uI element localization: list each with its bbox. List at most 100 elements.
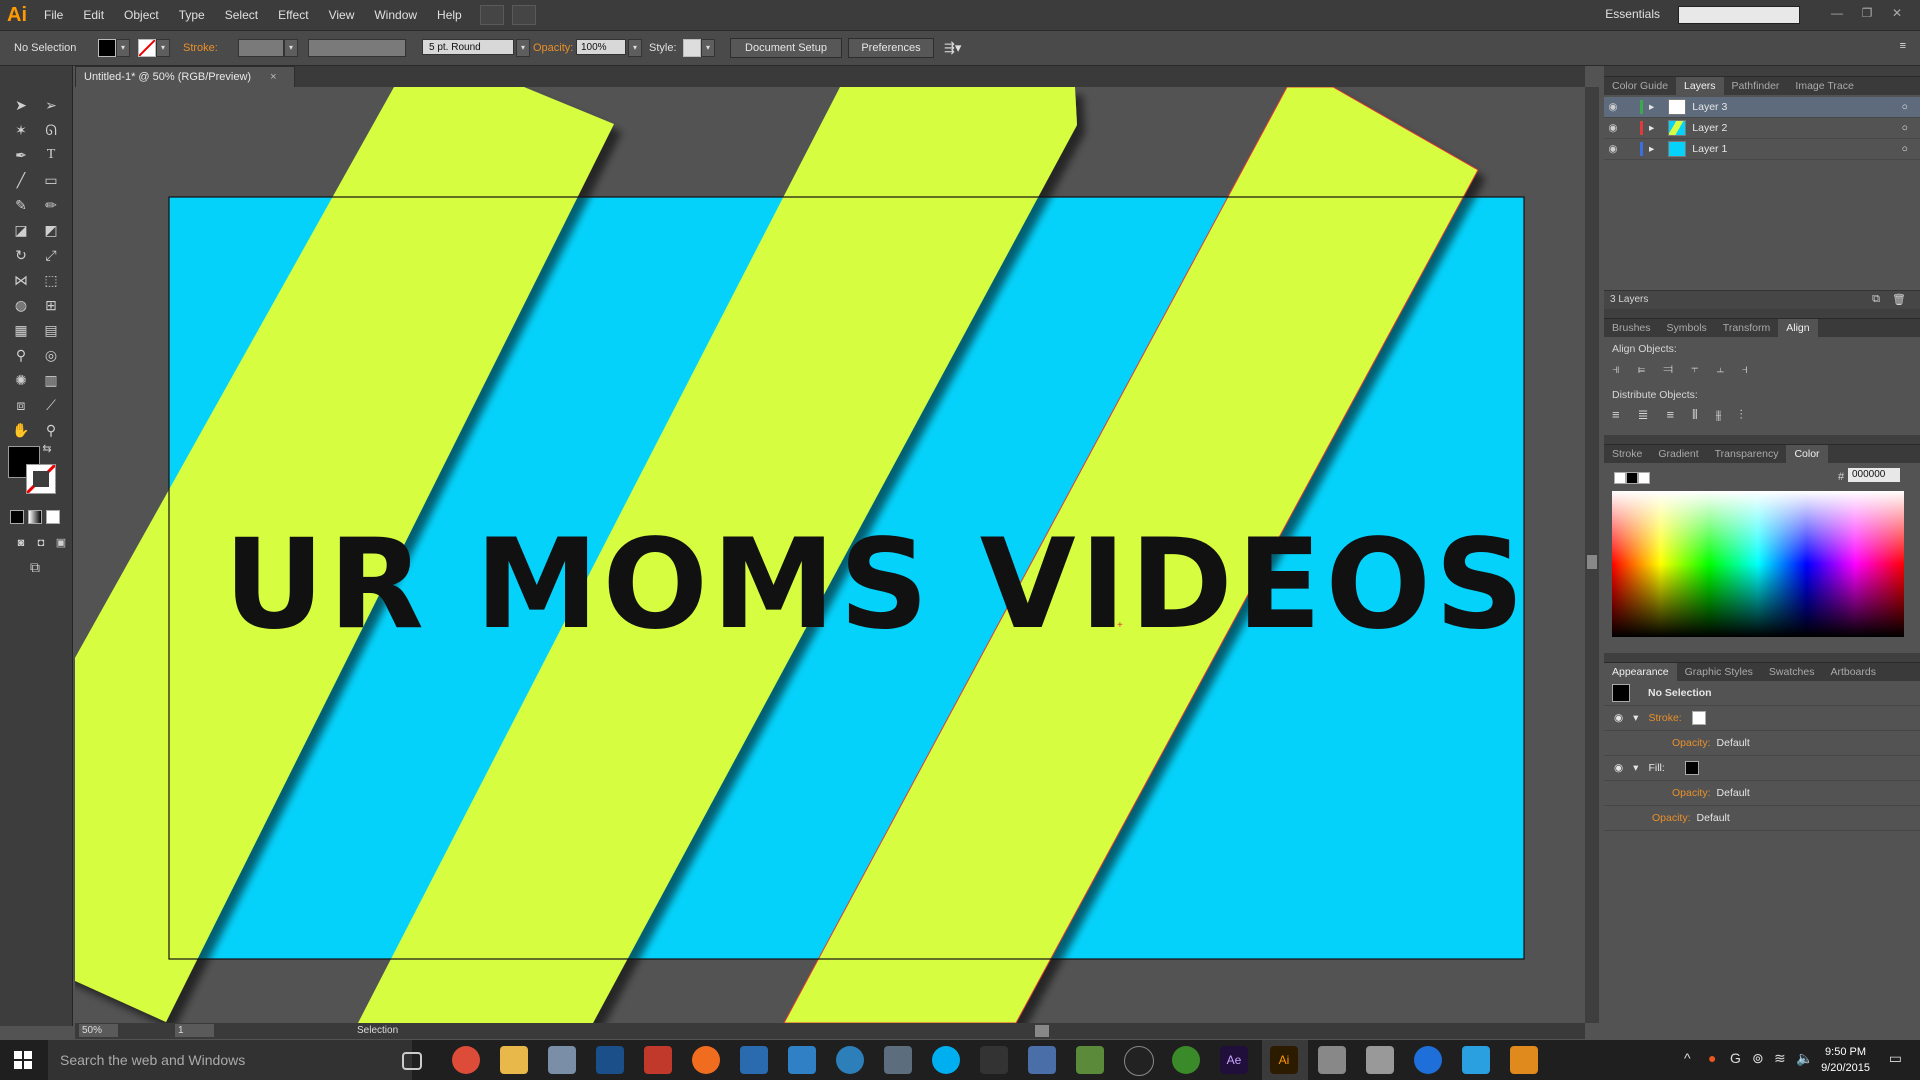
mesh-tool-icon[interactable]: ▦ — [10, 319, 32, 341]
rectangle-tool-icon[interactable]: ▭ — [40, 169, 62, 191]
layer-name[interactable]: Layer 1 — [1692, 143, 1727, 155]
after-effects-icon[interactable]: Ae — [1220, 1046, 1248, 1074]
pen-tool-icon[interactable]: ✒ — [10, 144, 32, 166]
object-opacity-row[interactable]: Opacity: Default — [1604, 806, 1920, 831]
line-tool-icon[interactable]: ╱ — [10, 169, 32, 191]
help-search-input[interactable] — [1678, 6, 1800, 24]
magic-wand-tool-icon[interactable]: ✶ — [10, 119, 32, 141]
menu-view[interactable]: View — [319, 0, 365, 30]
white-swatch[interactable] — [1638, 472, 1650, 484]
tab-color[interactable]: Color — [1786, 445, 1828, 463]
collapse-triangle-icon[interactable]: ▾ — [1633, 712, 1638, 724]
volume-icon[interactable]: 🔈 — [1796, 1050, 1813, 1067]
artboard-tool-icon[interactable]: ⧈ — [10, 394, 32, 416]
target-circle-icon[interactable]: ○ — [1902, 101, 1908, 113]
vertical-scrollbar[interactable] — [1585, 87, 1599, 1023]
selection-tool-icon[interactable]: ➤ — [10, 94, 32, 116]
bridge-button[interactable] — [479, 5, 504, 25]
layer-row-2[interactable]: ◉ ▸ Layer 2 ○ — [1604, 118, 1920, 139]
scale-tool-icon[interactable]: ⤢ — [40, 244, 62, 266]
none-swatch[interactable] — [1614, 472, 1626, 484]
app-icon-6[interactable] — [884, 1046, 912, 1074]
menu-edit[interactable]: Edit — [73, 0, 114, 30]
minecraft-icon[interactable] — [1076, 1046, 1104, 1074]
tab-image-trace[interactable]: Image Trace — [1787, 77, 1861, 95]
menu-help[interactable]: Help — [427, 0, 472, 30]
document-tab[interactable]: Untitled-1* @ 50% (RGB/Preview) × — [75, 66, 295, 87]
app-icon-3[interactable] — [740, 1046, 768, 1074]
xbox-icon[interactable] — [1172, 1046, 1200, 1074]
gradient-tool-icon[interactable]: ▤ — [40, 319, 62, 341]
horizontal-scroll-thumb[interactable] — [1035, 1025, 1049, 1037]
stroke-label[interactable]: Stroke: — [183, 42, 218, 54]
slice-tool-icon[interactable]: ⟋ — [40, 394, 62, 416]
collapse-triangle-icon[interactable]: ▾ — [1633, 762, 1638, 774]
brush-dropdown[interactable]: ▾ — [516, 39, 530, 57]
distribute-buttons-row[interactable]: ≡≣≡⫴⫵⫶ — [1612, 407, 1761, 423]
artboard-number-field[interactable]: 1 — [175, 1024, 214, 1037]
app-icon-12[interactable] — [1462, 1046, 1490, 1074]
stroke-dropdown[interactable]: ▾ — [156, 39, 170, 57]
stroke-weight-field[interactable] — [238, 39, 284, 57]
graphic-style-swatch[interactable] — [683, 39, 701, 57]
tray-origin-icon[interactable]: ● — [1708, 1050, 1716, 1066]
brush-definition[interactable]: 5 pt. Round — [422, 39, 514, 55]
menu-select[interactable]: Select — [215, 0, 268, 30]
menu-file[interactable]: File — [34, 0, 73, 30]
artwork[interactable]: UR MOMS VIDEOS + — [75, 87, 1585, 1023]
restore-icon[interactable]: ❐ — [1854, 4, 1880, 22]
system-clock[interactable]: 9:50 PM 9/20/2015 — [1821, 1044, 1870, 1076]
tab-symbols[interactable]: Symbols — [1659, 319, 1715, 337]
app-icon-1[interactable] — [548, 1046, 576, 1074]
canvas[interactable]: UR MOMS VIDEOS + — [75, 87, 1585, 1023]
panel-menu-icon[interactable]: ≡ — [1900, 40, 1906, 52]
tab-pathfinder[interactable]: Pathfinder — [1724, 77, 1788, 95]
app-icon-4[interactable] — [788, 1046, 816, 1074]
current-tool-status[interactable]: Selection — [357, 1025, 398, 1036]
app-icon-8[interactable] — [1028, 1046, 1056, 1074]
new-layer-icon[interactable]: ⧉ — [1872, 293, 1880, 306]
taskbar-search-box[interactable]: Search the web and Windows — [48, 1040, 412, 1080]
none-mode-icon[interactable] — [46, 510, 60, 524]
headline-text[interactable]: UR MOMS VIDEOS — [224, 513, 1528, 657]
vertical-scroll-thumb[interactable] — [1587, 555, 1597, 569]
skype-icon[interactable] — [932, 1046, 960, 1074]
paintbrush-tool-icon[interactable]: ✎ — [10, 194, 32, 216]
fill-swatch[interactable] — [98, 39, 116, 57]
wifi-icon[interactable]: ≋ — [1774, 1050, 1786, 1067]
obs-icon[interactable] — [1124, 1046, 1154, 1076]
illustrator-taskbar-icon[interactable]: Ai — [1270, 1046, 1298, 1074]
fill-attribute-label[interactable]: Fill: — [1648, 762, 1664, 774]
blend-tool-icon[interactable]: ◎ — [40, 344, 62, 366]
pencil-tool-icon[interactable]: ✏ — [40, 194, 62, 216]
lasso-tool-icon[interactable]: ᘏ — [40, 119, 62, 141]
fill-opacity-row[interactable]: Opacity: Default — [1604, 781, 1920, 806]
width-tool-icon[interactable]: ⋈ — [10, 269, 32, 291]
black-swatch[interactable] — [1626, 472, 1638, 484]
opacity-attribute-label[interactable]: Opacity: — [1672, 787, 1711, 799]
fill-dropdown[interactable]: ▾ — [116, 39, 130, 57]
stroke-color-box[interactable] — [26, 464, 56, 494]
app-icon-11[interactable] — [1414, 1046, 1442, 1074]
close-icon[interactable]: ✕ — [1884, 4, 1910, 22]
menu-object[interactable]: Object — [114, 0, 169, 30]
stroke-opacity-row[interactable]: Opacity: Default — [1604, 731, 1920, 756]
tab-artboards[interactable]: Artboards — [1822, 663, 1884, 681]
tab-color-guide[interactable]: Color Guide — [1604, 77, 1676, 95]
stroke-attribute-label[interactable]: Stroke: — [1648, 712, 1681, 724]
tab-align[interactable]: Align — [1778, 319, 1818, 337]
delete-layer-icon[interactable]: 🗑 — [1892, 293, 1906, 306]
expand-triangle-icon[interactable]: ▸ — [1649, 101, 1654, 113]
layer-row-3[interactable]: ◉ ▸ Layer 3 ○ — [1604, 97, 1920, 118]
eyedropper-tool-icon[interactable]: ⚲ — [10, 344, 32, 366]
arrange-documents-button[interactable] — [511, 5, 536, 25]
opacity-attribute-label[interactable]: Opacity: — [1672, 737, 1711, 749]
menu-type[interactable]: Type — [169, 0, 215, 30]
draw-normal-icon[interactable]: ◙ — [10, 532, 32, 554]
blob-brush-tool-icon[interactable]: ◪ — [10, 219, 32, 241]
windows-start-icon[interactable] — [14, 1051, 32, 1069]
close-tab-icon[interactable]: × — [270, 71, 276, 83]
opacity-attribute-label[interactable]: Opacity: — [1652, 812, 1691, 824]
workspace-switcher[interactable]: Essentials — [1605, 7, 1660, 21]
visibility-eye-icon[interactable]: ◉ — [1614, 712, 1623, 724]
